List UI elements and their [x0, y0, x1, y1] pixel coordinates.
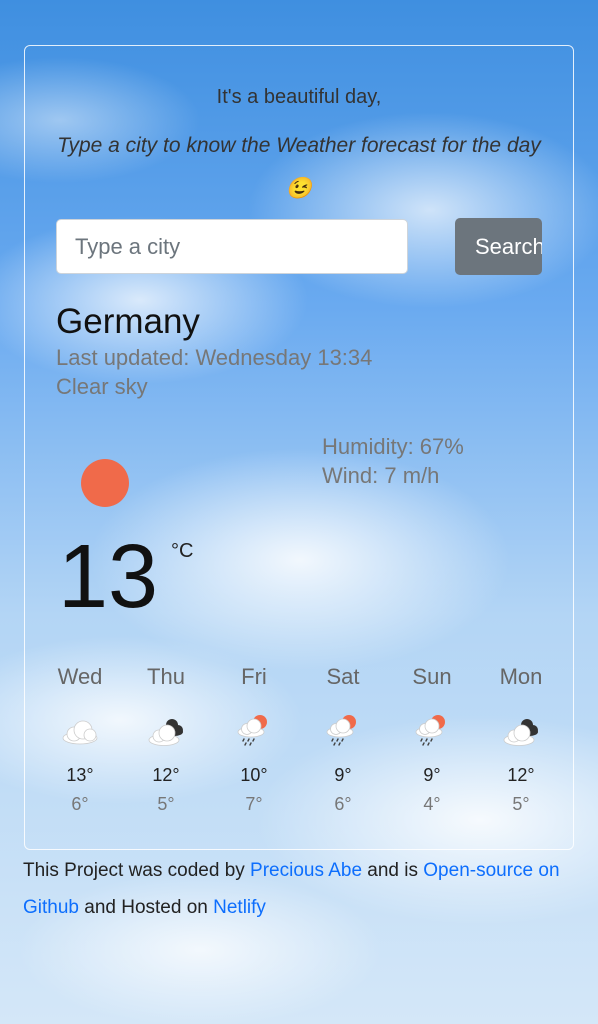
forecast-max-temp: 12°: [152, 765, 180, 785]
city-search-input[interactable]: [56, 219, 408, 274]
search-button[interactable]: Search: [455, 218, 542, 275]
forecast-day: Sat 9° 6°: [298, 664, 388, 824]
forecast-min-temp: 6°: [71, 794, 89, 814]
forecast-day: Fri 10° 7°: [209, 664, 299, 824]
city-name: Germany: [56, 302, 200, 341]
footer-text: and is: [362, 860, 424, 881]
forecast-min-temp: 5°: [512, 794, 530, 814]
forecast-max-temp: 9°: [423, 765, 441, 785]
rain-sun-icon: [415, 715, 445, 746]
forecast-max-temp: 13°: [66, 765, 94, 785]
wind-value: Wind: 7 m/h: [322, 463, 440, 488]
temperature-unit: °C: [171, 540, 194, 562]
weather-description: Clear sky: [56, 374, 148, 399]
forecast-day-name: Mon: [499, 664, 543, 689]
rain-sun-icon: [237, 715, 267, 746]
current-temperature: 13: [58, 527, 159, 627]
forecast-day-name: Thu: [147, 664, 185, 689]
forecast-min-temp: 5°: [157, 794, 175, 814]
forecast-max-temp: 12°: [507, 765, 535, 785]
forecast-day-name: Fri: [241, 664, 267, 689]
forecast-max-temp: 10°: [240, 765, 268, 785]
greeting-text: It's a beautiful day,: [216, 86, 382, 108]
forecast-min-temp: 4°: [423, 794, 441, 814]
footer-text: and Hosted on: [78, 897, 214, 918]
forecast-max-temp: 9°: [334, 765, 352, 785]
rain-sun-icon: [326, 715, 356, 746]
tagline-text: Type a city to know the Weather forecast…: [57, 134, 541, 200]
netlify-link[interactable]: Netlify: [213, 897, 266, 918]
humidity-value: Humidity: 67%: [322, 434, 464, 459]
forecast-day-name: Sun: [412, 664, 452, 689]
forecast-day: Sun 9° 4°: [387, 664, 477, 824]
forecast-min-temp: 7°: [245, 794, 263, 814]
author-link[interactable]: Precious Abe: [250, 860, 362, 881]
forecast-day: Thu 12° 5°: [121, 664, 211, 824]
cloudy-icon: [148, 719, 183, 746]
forecast-day: Mon 12° 5°: [476, 664, 566, 824]
forecast-day-name: Wed: [57, 664, 103, 689]
clear-sky-sun-icon: [81, 459, 129, 507]
last-updated: Last updated: Wednesday 13:34: [56, 345, 373, 370]
footer-credits: This Project was coded by Precious Abe a…: [23, 852, 583, 926]
forecast-day: Wed 13° 6°: [35, 664, 125, 824]
forecast-min-temp: 6°: [334, 794, 352, 814]
cloud-icon: [62, 720, 98, 745]
footer-text: This Project was coded by: [23, 860, 251, 881]
forecast-day-name: Sat: [326, 664, 360, 689]
cloudy-icon: [503, 719, 538, 746]
